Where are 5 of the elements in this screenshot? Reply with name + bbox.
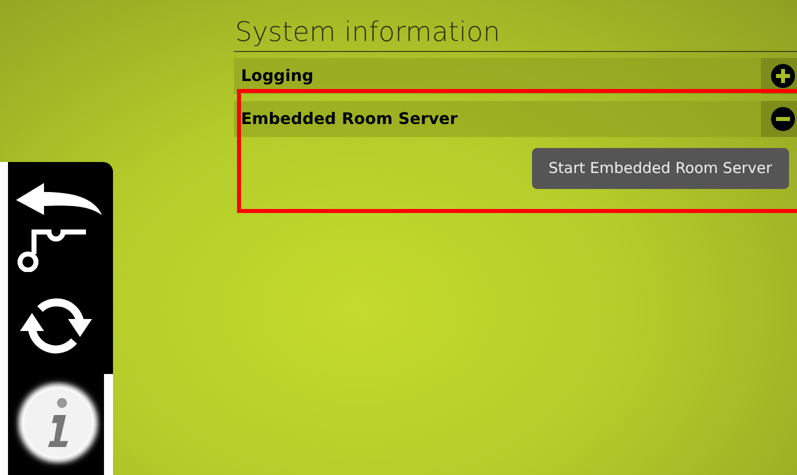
collapse-icon[interactable] [771,107,795,131]
start-server-button[interactable]: Start Embedded Room Server [532,148,789,189]
expand-icon[interactable] [771,64,795,88]
page-title: System information [234,16,797,52]
back-arrow-icon[interactable] [16,183,102,217]
